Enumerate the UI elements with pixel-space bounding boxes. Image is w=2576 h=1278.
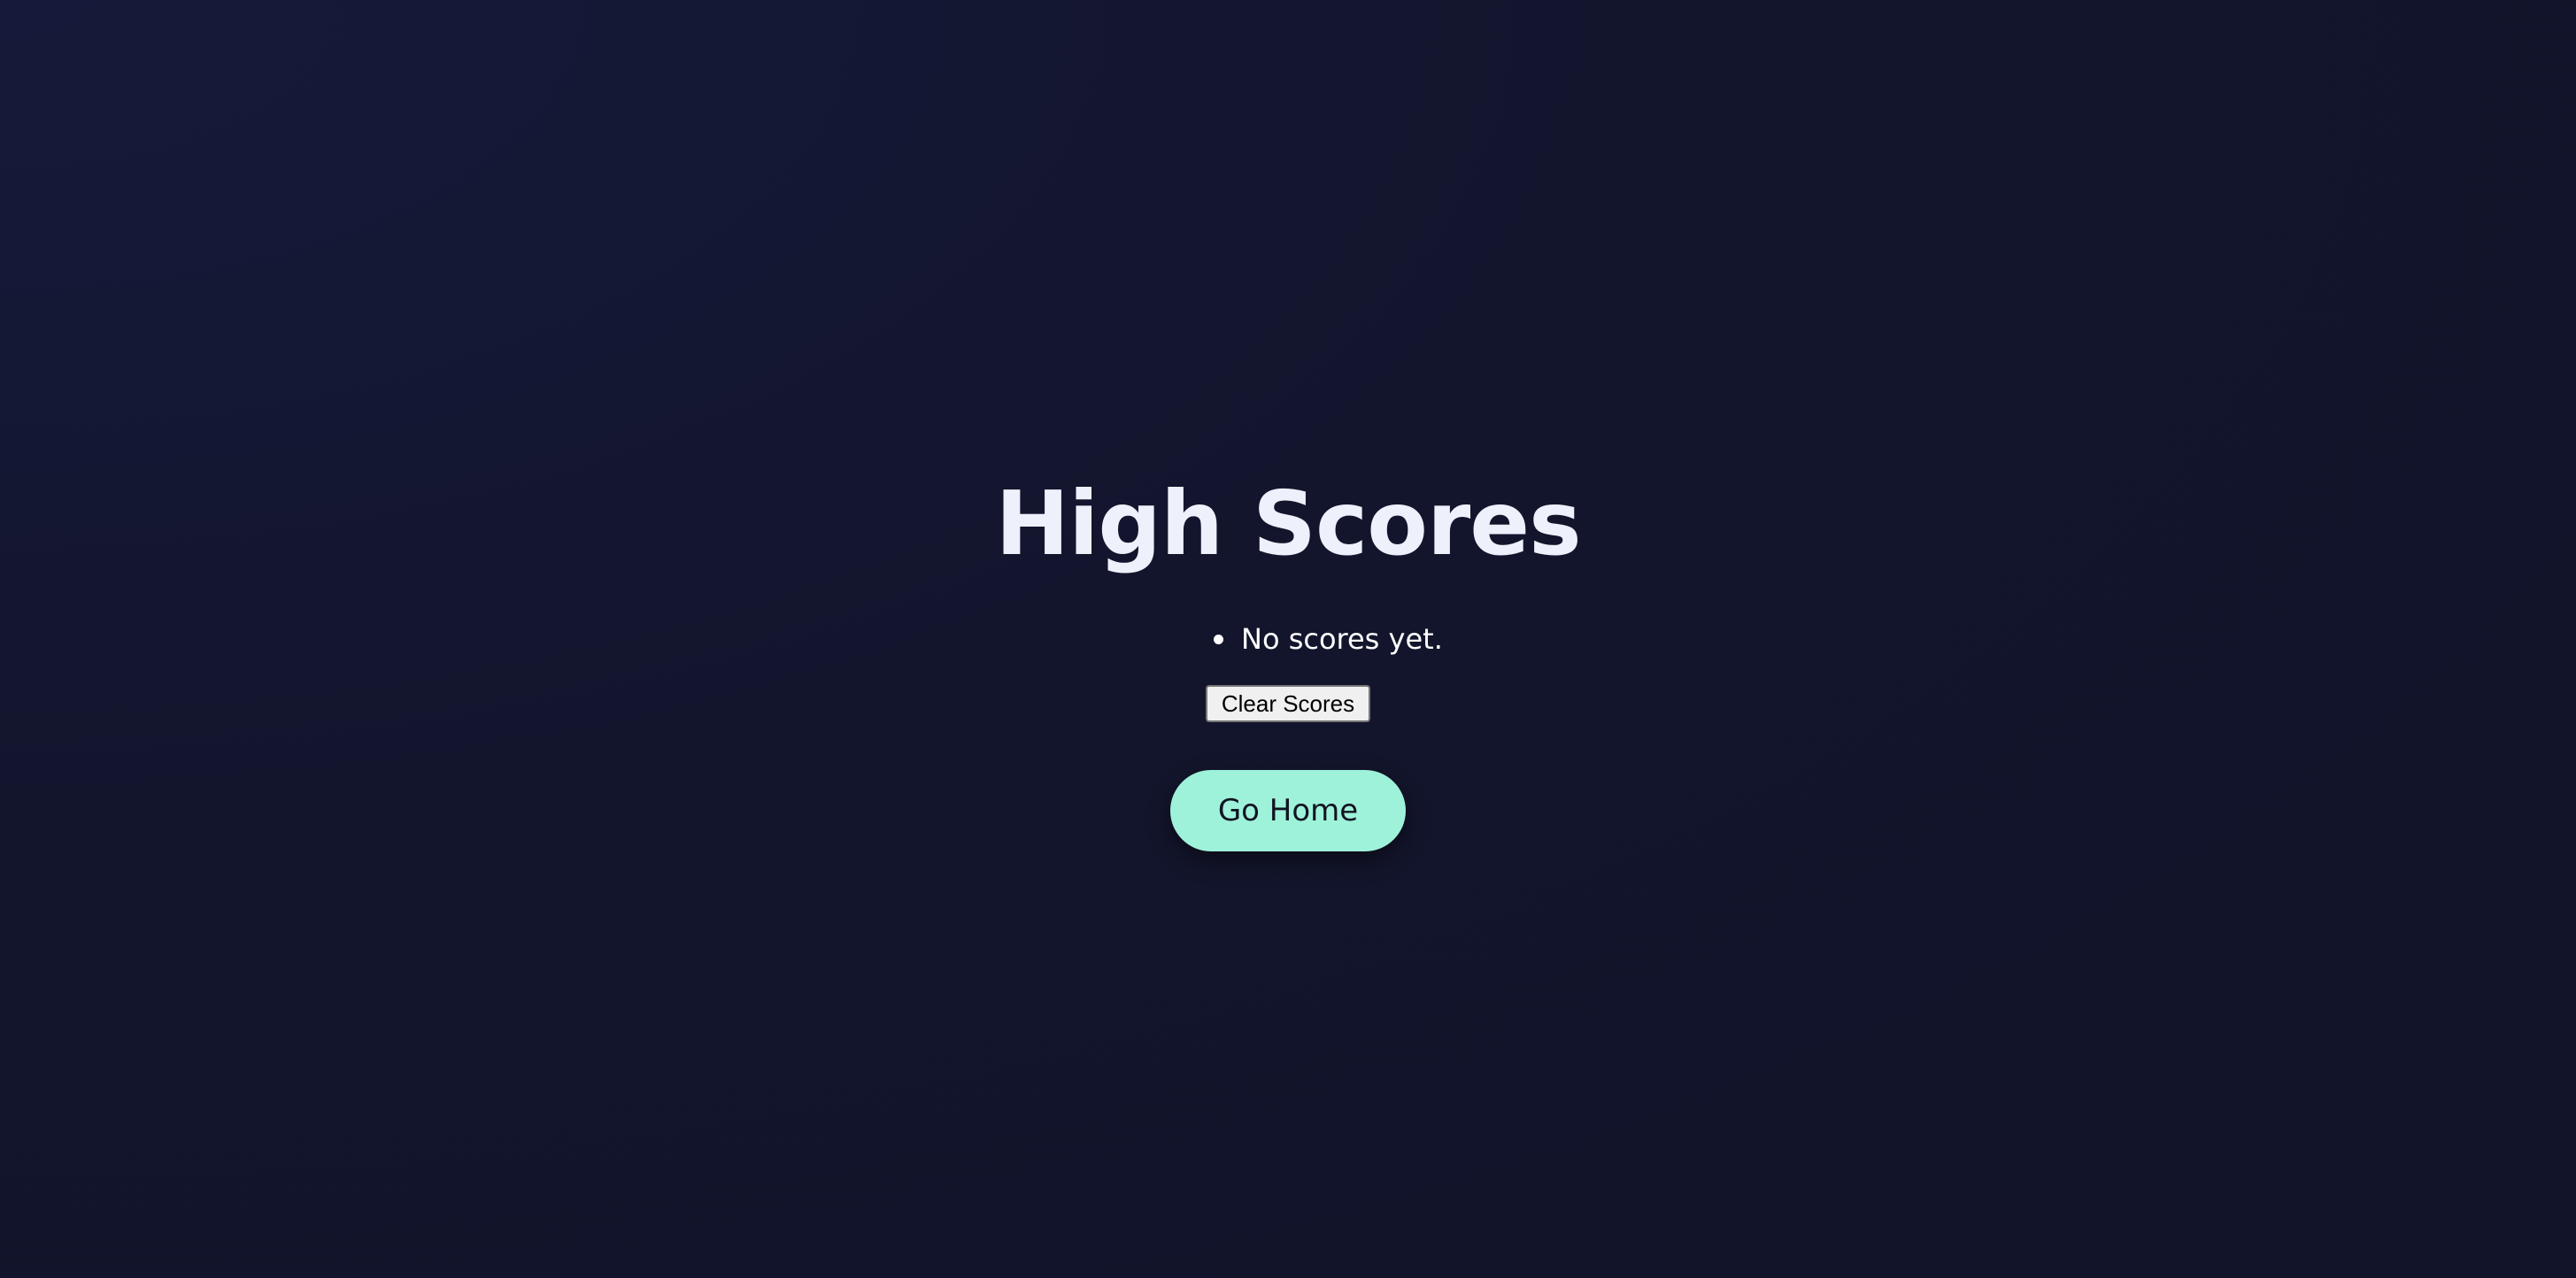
clear-scores-button[interactable]: Clear Scores: [1206, 685, 1370, 722]
list-item: No scores yet.: [1211, 618, 1443, 660]
score-list: No scores yet.: [1211, 618, 1443, 660]
page-title: High Scores: [995, 472, 1581, 575]
bullet-icon: [1214, 634, 1223, 644]
go-home-button[interactable]: Go Home: [1170, 770, 1406, 851]
high-scores-screen: High Scores No scores yet. Clear Scores …: [0, 0, 2576, 1278]
score-entry-text: No scores yet.: [1241, 622, 1443, 656]
